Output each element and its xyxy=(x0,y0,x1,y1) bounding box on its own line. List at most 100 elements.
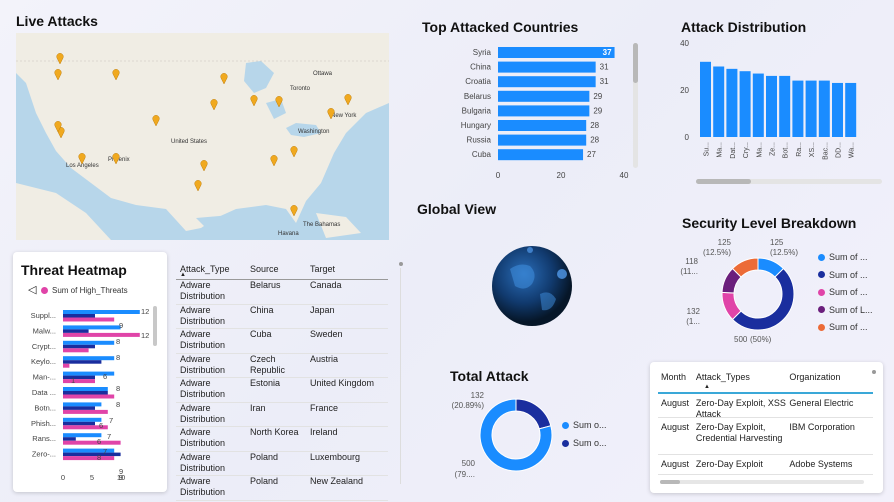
map-pin-icon[interactable] xyxy=(270,155,278,167)
distribution-bar[interactable] xyxy=(805,80,817,137)
heatmap-bar[interactable] xyxy=(63,402,102,407)
heatmap-bar[interactable] xyxy=(63,356,115,361)
heatmap-bar[interactable] xyxy=(63,332,140,337)
heatmap-bar[interactable] xyxy=(63,379,95,384)
distribution-bar[interactable] xyxy=(792,80,804,137)
table-row[interactable]: August Zero-Day Exploit, XSS Attack Genera… xyxy=(658,394,873,419)
table-scrollbar-track[interactable] xyxy=(400,268,401,484)
heatmap-scrollbar[interactable] xyxy=(153,306,157,346)
heatmap-bar[interactable] xyxy=(63,452,121,457)
heatmap-bar[interactable] xyxy=(63,375,95,380)
map-pin-icon[interactable] xyxy=(290,146,298,158)
col-organization[interactable]: Organization xyxy=(789,372,873,382)
table-row[interactable]: August Zero-Day Exploit, Credential Harve… xyxy=(658,418,873,455)
table-row[interactable]: Adware Distribution Cuba Sweden xyxy=(176,329,388,354)
heatmap-bar[interactable] xyxy=(63,387,108,391)
country-bar[interactable] xyxy=(498,120,587,131)
heatmap-bar[interactable] xyxy=(63,325,121,330)
donut-slice[interactable] xyxy=(515,398,552,430)
legend-item[interactable]: Sum of ... xyxy=(818,270,868,280)
heatmap-bar[interactable] xyxy=(63,440,121,445)
map-pin-icon[interactable] xyxy=(250,95,258,107)
distribution-bar[interactable] xyxy=(739,71,751,137)
map-pin-icon[interactable] xyxy=(210,99,218,111)
table-row[interactable]: Adware Distribution Poland Luxembourg xyxy=(176,452,388,476)
map-pin-icon[interactable] xyxy=(152,115,160,127)
distribution-bar[interactable] xyxy=(726,68,738,137)
table-row[interactable]: Adware Distribution Belarus Canada xyxy=(176,280,388,305)
map-pin-icon[interactable] xyxy=(78,153,86,165)
map-pin-icon[interactable] xyxy=(56,53,64,65)
country-bar[interactable] xyxy=(498,105,590,117)
col-target[interactable]: Target xyxy=(310,264,388,274)
heatmap-bar[interactable] xyxy=(63,417,102,422)
org-hscroll-thumb[interactable] xyxy=(660,480,680,484)
map-pin-icon[interactable] xyxy=(220,73,228,85)
org-hscrollbar[interactable] xyxy=(660,480,864,484)
heatmap-bar[interactable] xyxy=(63,340,115,345)
distribution-bar[interactable] xyxy=(700,61,711,137)
distribution-bar[interactable] xyxy=(832,82,843,137)
table-row[interactable]: August Zero-Day Exploit Adobe Systems xyxy=(658,455,873,475)
heatmap-bar[interactable] xyxy=(63,363,70,368)
heatmap-bar[interactable] xyxy=(63,360,102,364)
legend-item[interactable]: Sum of L... xyxy=(818,305,873,315)
table-row[interactable]: Adware Distribution Poland New Zealand xyxy=(176,476,388,501)
heatmap-bar[interactable] xyxy=(63,406,95,410)
live-attacks-map[interactable]: Ottawa Toronto New York Washington Unite… xyxy=(16,33,389,240)
legend-item[interactable]: Sum of ... xyxy=(818,322,868,332)
heatmap-bar[interactable] xyxy=(63,437,76,441)
heatmap-bar[interactable] xyxy=(63,456,115,461)
map-pin-icon[interactable] xyxy=(275,96,283,108)
chart-hscroll-thumb[interactable] xyxy=(696,179,751,184)
country-bar[interactable] xyxy=(498,76,596,88)
heatmap-bar[interactable] xyxy=(63,433,102,438)
chart-scroll-thumb[interactable] xyxy=(633,43,638,83)
col-month[interactable]: Month xyxy=(658,372,696,382)
col-attack-types[interactable]: Attack_Types xyxy=(696,372,790,382)
distribution-bar[interactable] xyxy=(766,75,777,137)
distribution-bar[interactable] xyxy=(752,73,764,137)
col-source[interactable]: Source xyxy=(250,264,310,274)
table-row[interactable]: Adware Distribution China Japan xyxy=(176,305,388,329)
map-pin-icon[interactable] xyxy=(290,205,298,217)
country-bar[interactable] xyxy=(498,149,584,161)
heatmap-bar[interactable] xyxy=(63,344,95,349)
col-attack-type[interactable]: Attack_Type xyxy=(176,264,250,274)
map-pin-icon[interactable] xyxy=(54,69,62,81)
heatmap-bar[interactable] xyxy=(63,329,89,333)
heatmap-bar[interactable] xyxy=(63,314,95,318)
table-row[interactable]: Adware Distribution Estonia United Kingdom xyxy=(176,378,388,403)
country-bar[interactable] xyxy=(498,61,596,73)
heatmap-bar[interactable] xyxy=(63,394,115,399)
map-pin-icon[interactable] xyxy=(344,94,352,106)
map-pin-icon[interactable] xyxy=(327,108,335,120)
heatmap-bar[interactable] xyxy=(63,317,115,322)
map-pin-icon[interactable] xyxy=(112,69,120,81)
heatmap-bar[interactable] xyxy=(63,348,89,353)
heatmap-bar[interactable] xyxy=(63,409,108,414)
donut-slice[interactable] xyxy=(731,267,795,331)
table-row[interactable]: Adware Distribution Iran France xyxy=(176,403,388,427)
map-pin-icon[interactable] xyxy=(112,153,120,165)
map-pin-icon[interactable] xyxy=(200,160,208,172)
legend-item[interactable]: Sum of ... xyxy=(818,287,868,297)
distribution-bar[interactable] xyxy=(818,80,830,137)
distribution-bar[interactable] xyxy=(779,75,791,137)
country-bar[interactable] xyxy=(498,47,615,58)
legend-item[interactable]: Sum o... xyxy=(562,438,607,448)
legend-item[interactable]: Sum o... xyxy=(562,420,607,430)
country-bar[interactable] xyxy=(498,90,590,102)
country-bar[interactable] xyxy=(498,134,587,146)
distribution-bar[interactable] xyxy=(713,66,725,138)
table-row[interactable]: Adware Distribution North Korea Ireland xyxy=(176,427,388,452)
legend-back-icon[interactable]: ◁ xyxy=(28,283,36,296)
distribution-bar[interactable] xyxy=(845,82,857,137)
map-pin-icon[interactable] xyxy=(194,180,202,192)
org-scroll-thumb[interactable] xyxy=(872,370,876,374)
heatmap-bar[interactable] xyxy=(63,391,108,395)
table-scroll-thumb[interactable] xyxy=(399,262,403,266)
heatmap-bar[interactable] xyxy=(63,310,140,314)
table-row[interactable]: Adware Distribution Czech Republic Austria xyxy=(176,354,388,378)
heatmap-bar[interactable] xyxy=(63,421,95,426)
